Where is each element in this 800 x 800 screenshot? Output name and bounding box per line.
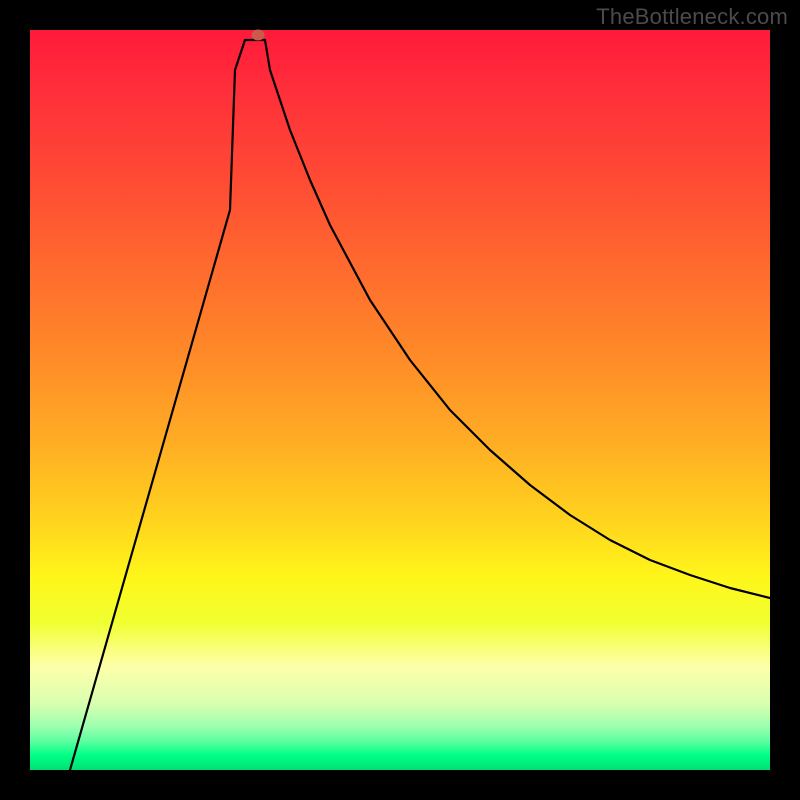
optimum-dot bbox=[252, 30, 265, 41]
bottleneck-curve bbox=[30, 30, 770, 770]
watermark-text: TheBottleneck.com bbox=[596, 4, 788, 30]
chart-plot-area bbox=[30, 30, 770, 770]
